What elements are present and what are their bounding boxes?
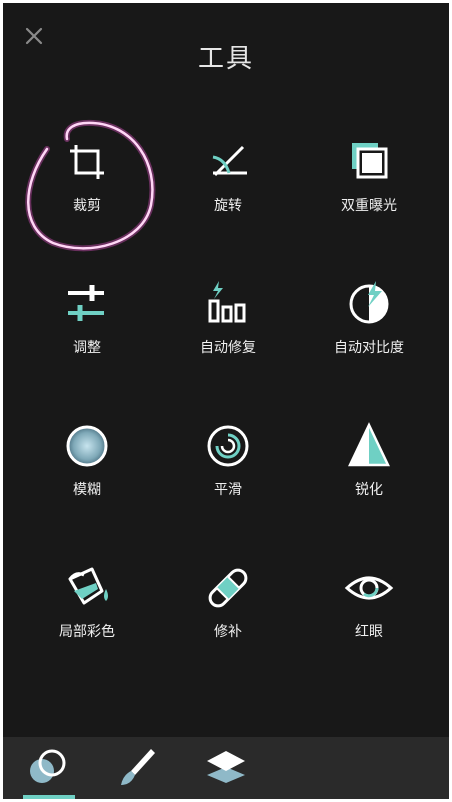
tool-label: 自动对比度 (334, 340, 404, 356)
tool-label: 平滑 (214, 482, 242, 498)
tool-label: 模糊 (73, 482, 101, 498)
adjust-sliders-icon (68, 285, 104, 321)
tool-label: 局部彩色 (59, 624, 115, 640)
auto-fix-icon (208, 281, 246, 323)
tool-label: 裁剪 (73, 198, 101, 214)
tools-screen: 工具 裁剪 旋转 双重曝光 调整 自动修复 自动对比度 模糊 平滑 锐化 局部彩… (3, 3, 449, 799)
tab-brush[interactable] (115, 747, 161, 787)
auto-contrast-icon (349, 281, 389, 324)
layers-icon (207, 751, 245, 783)
crop-icon (70, 145, 104, 179)
tool-label: 旋转 (214, 198, 242, 214)
double-exposure-icon (352, 143, 388, 179)
tool-crop[interactable]: 裁剪 (13, 137, 161, 257)
red-eye-icon (344, 576, 394, 600)
heal-bandage-icon (208, 568, 248, 608)
tool-label: 自动修复 (200, 340, 256, 356)
tab-tools[interactable] (26, 747, 72, 787)
tool-sharpen[interactable]: 锐化 (295, 421, 443, 541)
tool-auto-contrast[interactable]: 自动对比度 (295, 279, 443, 399)
selected-tab-indicator (23, 795, 75, 799)
tool-red-eye[interactable]: 红眼 (295, 563, 443, 683)
tool-smooth[interactable]: 平滑 (154, 421, 302, 541)
tool-adjust[interactable]: 调整 (13, 279, 161, 399)
color-splash-icon (68, 567, 108, 605)
blur-icon (66, 425, 108, 467)
smooth-icon (207, 425, 249, 467)
tool-blur[interactable]: 模糊 (13, 421, 161, 541)
tool-label: 调整 (73, 340, 101, 356)
tool-auto-fix[interactable]: 自动修复 (154, 279, 302, 399)
page-title: 工具 (197, 44, 254, 74)
tool-label: 修补 (214, 624, 242, 640)
bottom-toolbar (3, 737, 449, 799)
tab-layers[interactable] (203, 747, 249, 787)
tool-label: 锐化 (355, 482, 383, 498)
brush-icon (121, 749, 155, 785)
tool-label: 红眼 (355, 624, 383, 640)
tool-double-exposure[interactable]: 双重曝光 (295, 137, 443, 257)
tool-label: 双重曝光 (341, 198, 397, 214)
tools-circles-icon (30, 749, 66, 783)
tool-rotate[interactable]: 旋转 (154, 137, 302, 257)
sharpen-icon (348, 422, 390, 467)
tool-color-splash[interactable]: 局部彩色 (13, 563, 161, 683)
tool-heal[interactable]: 修补 (154, 563, 302, 683)
rotate-icon (212, 145, 247, 177)
